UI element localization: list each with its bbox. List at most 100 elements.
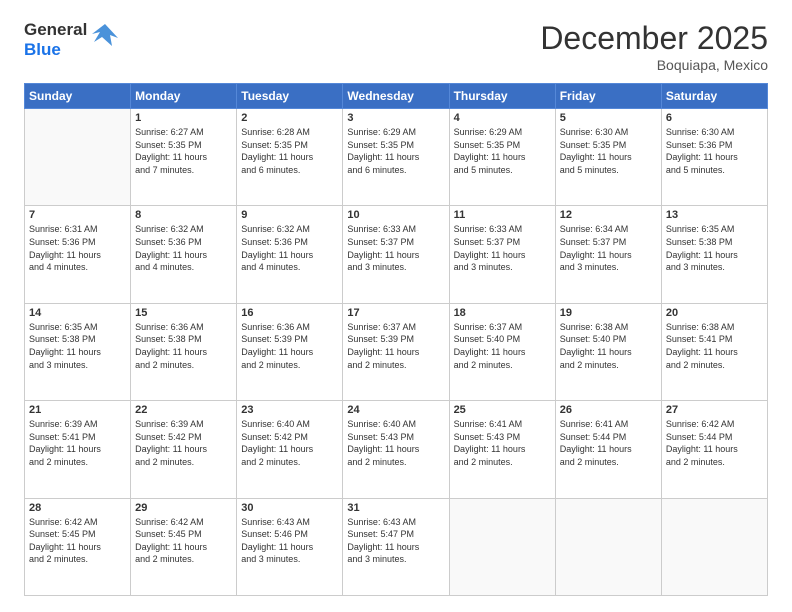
day-number: 24 [347,404,444,416]
day-info: Sunrise: 6:42 AM Sunset: 5:44 PM Dayligh… [666,418,763,468]
calendar-cell-w1-d1: 8Sunrise: 6:32 AM Sunset: 5:36 PM Daylig… [131,206,237,303]
day-info: Sunrise: 6:38 AM Sunset: 5:41 PM Dayligh… [666,321,763,371]
day-info: Sunrise: 6:37 AM Sunset: 5:39 PM Dayligh… [347,321,444,371]
day-info: Sunrise: 6:31 AM Sunset: 5:36 PM Dayligh… [29,223,126,273]
day-info: Sunrise: 6:41 AM Sunset: 5:44 PM Dayligh… [560,418,657,468]
calendar-cell-w4-d5 [555,498,661,595]
week-row-1: 7 Sunrise: 6:31 AM Sunset: 5:36 PM Daylig… [25,206,768,303]
header-tuesday: Tuesday [237,84,343,109]
calendar-cell-w0-d2: 2 Sunrise: 6:28 AM Sunset: 5:35 PM Daylig… [237,109,343,206]
day-info: Sunrise: 6:27 AM Sunset: 5:35 PM Dayligh… [135,126,232,176]
header-wednesday: Wednesday [343,84,449,109]
calendar-cell-w1-d5: 12 Sunrise: 6:34 AM Sunset: 5:37 PM Dayli… [555,206,661,303]
day-info: Sunrise: 6:32 AM Sunset: 5:36 PM Dayligh… [241,223,338,273]
header-friday: Friday [555,84,661,109]
day-info: Sunrise: 6:35 AM Sunset: 5:38 PM Dayligh… [666,223,763,273]
calendar-cell-w2-d4: 18 Sunrise: 6:37 AM Sunset: 5:40 PM Dayli… [449,303,555,400]
calendar-cell-w3-d2: 23Sunrise: 6:40 AM Sunset: 5:42 PM Dayli… [237,401,343,498]
calendar-cell-w2-d3: 17 Sunrise: 6:37 AM Sunset: 5:39 PM Dayli… [343,303,449,400]
calendar-cell-w0-d3: 3Sunrise: 6:29 AM Sunset: 5:35 PM Daylig… [343,109,449,206]
day-number: 27 [666,404,763,416]
day-number: 30 [241,502,338,514]
day-info: Sunrise: 6:36 AM Sunset: 5:39 PM Dayligh… [241,321,338,371]
day-info: Sunrise: 6:43 AM Sunset: 5:47 PM Dayligh… [347,516,444,566]
day-info: Sunrise: 6:39 AM Sunset: 5:42 PM Dayligh… [135,418,232,468]
day-number: 17 [347,307,444,319]
day-number: 13 [666,209,763,221]
day-number: 29 [135,502,232,514]
calendar-cell-w1-d3: 10 Sunrise: 6:33 AM Sunset: 5:37 PM Dayli… [343,206,449,303]
header-sunday: Sunday [25,84,131,109]
day-number: 28 [29,502,126,514]
day-number: 15 [135,307,232,319]
day-info: Sunrise: 6:28 AM Sunset: 5:35 PM Dayligh… [241,126,338,176]
calendar-cell-w0-d0 [25,109,131,206]
week-row-0: 1 Sunrise: 6:27 AM Sunset: 5:35 PM Daylig… [25,109,768,206]
day-info: Sunrise: 6:41 AM Sunset: 5:43 PM Dayligh… [454,418,551,468]
day-info: Sunrise: 6:33 AM Sunset: 5:37 PM Dayligh… [454,223,551,273]
day-info: Sunrise: 6:40 AM Sunset: 5:43 PM Dayligh… [347,418,444,468]
day-number: 2 [241,112,338,124]
header-thursday: Thursday [449,84,555,109]
day-number: 3 [347,112,444,124]
day-number: 14 [29,307,126,319]
day-info: Sunrise: 6:42 AM Sunset: 5:45 PM Dayligh… [135,516,232,566]
logo-blue: Blue [24,40,61,59]
day-number: 18 [454,307,551,319]
day-info: Sunrise: 6:33 AM Sunset: 5:37 PM Dayligh… [347,223,444,273]
calendar-cell-w4-d0: 28 Sunrise: 6:42 AM Sunset: 5:45 PM Dayli… [25,498,131,595]
day-number: 20 [666,307,763,319]
day-info: Sunrise: 6:43 AM Sunset: 5:46 PM Dayligh… [241,516,338,566]
day-info: Sunrise: 6:39 AM Sunset: 5:41 PM Dayligh… [29,418,126,468]
day-info: Sunrise: 6:42 AM Sunset: 5:45 PM Dayligh… [29,516,126,566]
month-title: December 2025 [540,20,768,57]
logo-text: General Blue [24,20,87,59]
page: General Blue December 2025 Boquiapa, Mex… [0,0,792,612]
day-number: 16 [241,307,338,319]
day-info: Sunrise: 6:30 AM Sunset: 5:35 PM Dayligh… [560,126,657,176]
calendar-cell-w0-d4: 4Sunrise: 6:29 AM Sunset: 5:35 PM Daylig… [449,109,555,206]
calendar-cell-w1-d0: 7 Sunrise: 6:31 AM Sunset: 5:36 PM Daylig… [25,206,131,303]
calendar-cell-w4-d3: 31 Sunrise: 6:43 AM Sunset: 5:47 PM Dayli… [343,498,449,595]
calendar-cell-w3-d4: 25Sunrise: 6:41 AM Sunset: 5:43 PM Dayli… [449,401,555,498]
week-row-3: 21 Sunrise: 6:39 AM Sunset: 5:41 PM Dayli… [25,401,768,498]
calendar-cell-w4-d1: 29 Sunrise: 6:42 AM Sunset: 5:45 PM Dayli… [131,498,237,595]
day-info: Sunrise: 6:37 AM Sunset: 5:40 PM Dayligh… [454,321,551,371]
calendar-cell-w1-d2: 9Sunrise: 6:32 AM Sunset: 5:36 PM Daylig… [237,206,343,303]
logo-general: General [24,20,87,39]
day-number: 26 [560,404,657,416]
weekday-header-row: Sunday Monday Tuesday Wednesday Thursday… [25,84,768,109]
day-info: Sunrise: 6:38 AM Sunset: 5:40 PM Dayligh… [560,321,657,371]
calendar-cell-w2-d0: 14 Sunrise: 6:35 AM Sunset: 5:38 PM Dayli… [25,303,131,400]
calendar-cell-w1-d4: 11 Sunrise: 6:33 AM Sunset: 5:37 PM Dayli… [449,206,555,303]
day-number: 21 [29,404,126,416]
title-block: December 2025 Boquiapa, Mexico [540,20,768,73]
calendar-table: Sunday Monday Tuesday Wednesday Thursday… [24,83,768,596]
location: Boquiapa, Mexico [540,57,768,73]
day-info: Sunrise: 6:34 AM Sunset: 5:37 PM Dayligh… [560,223,657,273]
calendar-cell-w0-d1: 1 Sunrise: 6:27 AM Sunset: 5:35 PM Daylig… [131,109,237,206]
logo-bird-icon [90,20,120,55]
day-info: Sunrise: 6:29 AM Sunset: 5:35 PM Dayligh… [454,126,551,176]
calendar-cell-w2-d2: 16 Sunrise: 6:36 AM Sunset: 5:39 PM Dayli… [237,303,343,400]
calendar-cell-w0-d6: 6Sunrise: 6:30 AM Sunset: 5:36 PM Daylig… [661,109,767,206]
day-number: 23 [241,404,338,416]
calendar-cell-w1-d6: 13 Sunrise: 6:35 AM Sunset: 5:38 PM Dayli… [661,206,767,303]
day-number: 19 [560,307,657,319]
day-number: 22 [135,404,232,416]
day-info: Sunrise: 6:30 AM Sunset: 5:36 PM Dayligh… [666,126,763,176]
day-number: 12 [560,209,657,221]
calendar-cell-w4-d6 [661,498,767,595]
day-info: Sunrise: 6:32 AM Sunset: 5:36 PM Dayligh… [135,223,232,273]
calendar-cell-w3-d5: 26 Sunrise: 6:41 AM Sunset: 5:44 PM Dayli… [555,401,661,498]
day-number: 7 [29,209,126,221]
day-number: 31 [347,502,444,514]
day-number: 11 [454,209,551,221]
day-info: Sunrise: 6:35 AM Sunset: 5:38 PM Dayligh… [29,321,126,371]
day-number: 10 [347,209,444,221]
calendar-cell-w4-d4 [449,498,555,595]
calendar-cell-w2-d5: 19 Sunrise: 6:38 AM Sunset: 5:40 PM Dayli… [555,303,661,400]
day-number: 1 [135,112,232,124]
calendar-cell-w2-d1: 15Sunrise: 6:36 AM Sunset: 5:38 PM Dayli… [131,303,237,400]
header-saturday: Saturday [661,84,767,109]
